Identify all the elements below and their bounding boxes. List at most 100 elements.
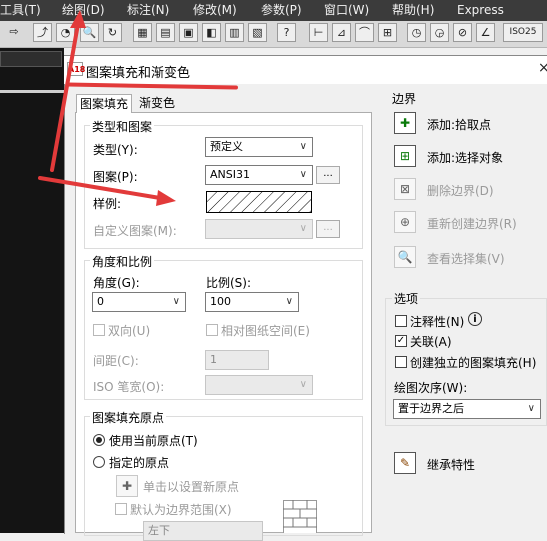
custom-pattern-select[interactable]: ∨ — [205, 219, 313, 239]
associative-checkbox[interactable]: ✓ — [395, 335, 407, 347]
drawing-line — [0, 90, 64, 93]
view-selections-label[interactable]: 查看选择集(V) — [427, 250, 505, 267]
line-tool-icon[interactable]: ⤴ — [33, 23, 52, 42]
select-objects-icon[interactable]: ⊞ — [394, 145, 416, 167]
type-pattern-title: 类型和图案 — [90, 118, 155, 135]
recreate-boundary-icon[interactable]: ⊕ — [394, 211, 416, 233]
angular-icon[interactable]: ∠ — [476, 23, 495, 42]
tab-gradient[interactable]: 渐变色 — [136, 94, 178, 112]
associative-label: 关联(A) — [410, 335, 452, 349]
angle-select[interactable]: 0 ∨ — [92, 292, 186, 312]
set-origin-icon[interactable]: ✚ — [116, 475, 138, 497]
separate-hatches-checkbox[interactable] — [395, 356, 407, 368]
default-extents-checkbox[interactable] — [115, 503, 127, 515]
design-center-icon[interactable]: ▣ — [179, 23, 198, 42]
arc-length-icon[interactable]: ⌒ — [355, 23, 374, 42]
draw-order-value: 置于边界之后 — [398, 402, 464, 415]
recreate-boundary-label[interactable]: 重新创建边界(R) — [427, 215, 517, 232]
drawing-area[interactable] — [0, 48, 64, 533]
add-pick-points-label[interactable]: 添加:拾取点 — [427, 116, 491, 133]
diameter-icon[interactable]: ⊘ — [453, 23, 472, 42]
help-button[interactable]: ? — [277, 23, 296, 42]
sheet-icon[interactable]: ▥ — [225, 23, 244, 42]
menu-parameters[interactable]: 参数(P) — [261, 0, 302, 21]
chevron-down-icon: ∨ — [172, 296, 180, 307]
use-current-origin-label: 使用当前原点(T) — [109, 434, 198, 448]
menu-tools[interactable]: 工具(T) — [0, 0, 41, 21]
angle-scale-title: 角度和比例 — [90, 253, 155, 270]
click-set-origin-label: 单击以设置新原点 — [143, 480, 240, 494]
pattern-browse-button[interactable]: ... — [316, 166, 340, 184]
chevron-down-icon: ∨ — [285, 296, 293, 307]
spacing-input[interactable]: 1 — [205, 350, 269, 370]
arc-tool-icon[interactable]: ◔ — [56, 23, 75, 42]
use-current-origin-radio[interactable] — [93, 434, 105, 446]
dialog-title: 图案填充和渐变色 — [86, 66, 191, 81]
spacing-value: 1 — [210, 353, 217, 366]
tab-hatch[interactable]: 图案填充 — [76, 94, 133, 113]
double-checkbox[interactable] — [93, 324, 105, 336]
scale-label: 比例(S): — [206, 276, 252, 290]
chevron-down-icon: ∨ — [299, 223, 307, 234]
annotative-checkbox[interactable] — [395, 315, 407, 327]
annotative-label: 注释性(N) — [410, 315, 465, 329]
ordinate-icon[interactable]: ⊞ — [378, 23, 397, 42]
inherit-properties-icon[interactable]: ✎ — [394, 452, 416, 474]
info-icon[interactable]: i — [468, 312, 482, 326]
chevron-down-icon: ∨ — [527, 403, 535, 414]
custom-browse-button[interactable]: ... — [316, 220, 340, 238]
jogged-icon[interactable]: ◶ — [430, 23, 449, 42]
close-icon[interactable]: × — [538, 60, 547, 76]
inherit-properties-label[interactable]: 继承特性 — [427, 456, 475, 473]
origin-title: 图案填充原点 — [90, 409, 167, 426]
arrow-right-icon[interactable]: ⇨ — [2, 23, 26, 42]
specified-origin-radio[interactable] — [93, 456, 105, 468]
zoom-realtime-icon[interactable]: ↻ — [103, 23, 122, 42]
swatch-label: 样例: — [93, 197, 122, 211]
draw-order-select[interactable]: 置于边界之后 ∨ — [393, 399, 541, 419]
type-label: 类型(Y): — [93, 143, 138, 157]
relative-paper-checkbox[interactable] — [206, 324, 218, 336]
calculator-icon[interactable]: ▧ — [248, 23, 267, 42]
chevron-down-icon: ∨ — [299, 141, 307, 152]
linear-dim-icon[interactable]: ⊢ — [309, 23, 328, 42]
remove-boundaries-label[interactable]: 删除边界(D) — [427, 182, 494, 199]
default-extents-label: 默认为边界范围(X) — [130, 503, 232, 517]
menu-help[interactable]: 帮助(H) — [392, 0, 434, 21]
iso-pen-select[interactable]: ∨ — [205, 375, 313, 395]
zoom-icon[interactable]: 🔍 — [80, 23, 99, 42]
extents-select[interactable]: 左下 — [143, 521, 263, 541]
options-title: 选项 — [392, 290, 421, 307]
spacing-label: 间距(C): — [93, 354, 139, 368]
block-icon[interactable]: ◧ — [202, 23, 221, 42]
chevron-down-icon: ∨ — [299, 169, 307, 180]
menu-modify[interactable]: 修改(M) — [193, 0, 237, 21]
pick-point-icon[interactable]: ✚ — [394, 112, 416, 134]
aligned-dim-icon[interactable]: ⊿ — [332, 23, 351, 42]
properties-icon[interactable]: ▤ — [156, 23, 175, 42]
menu-draw[interactable]: 绘图(D) — [62, 0, 105, 21]
autocad-icon: A18 — [67, 62, 85, 76]
drawing-tab[interactable] — [0, 51, 62, 67]
layer-icon[interactable]: ▦ — [133, 23, 152, 42]
radius-icon[interactable]: ◷ — [407, 23, 426, 42]
add-select-objects-label[interactable]: 添加:选择对象 — [427, 149, 503, 166]
chevron-down-icon: ∨ — [299, 379, 307, 390]
hatch-swatch[interactable] — [206, 191, 312, 213]
boundaries-title: 边界 — [392, 92, 417, 106]
extents-value: 左下 — [148, 524, 170, 537]
type-select[interactable]: 预定义 ∨ — [205, 137, 313, 157]
angle-value: 0 — [97, 295, 104, 308]
remove-boundaries-icon[interactable]: ⊠ — [394, 178, 416, 200]
dim-style-select[interactable]: ISO25 — [503, 23, 543, 42]
menu-bar: 工具(T) 绘图(D) 标注(N) 修改(M) 参数(P) 窗口(W) 帮助(H… — [0, 0, 547, 21]
menu-dimension[interactable]: 标注(N) — [127, 0, 169, 21]
relative-paper-label: 相对图纸空间(E) — [221, 324, 310, 338]
double-label: 双向(U) — [108, 324, 151, 338]
scale-select[interactable]: 100 ∨ — [205, 292, 299, 312]
pattern-select[interactable]: ANSI31 ∨ — [205, 165, 313, 185]
menu-window[interactable]: 窗口(W) — [324, 0, 369, 21]
view-selections-icon[interactable]: 🔍 — [394, 246, 416, 268]
iso-pen-label: ISO 笔宽(O): — [93, 380, 165, 394]
menu-express[interactable]: Express — [457, 0, 504, 21]
